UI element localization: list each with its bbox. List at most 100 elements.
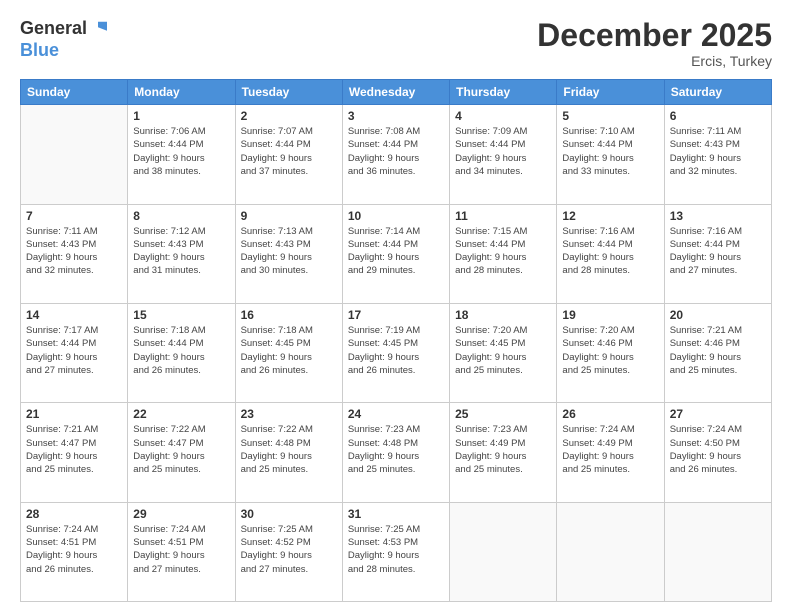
table-row xyxy=(450,502,557,601)
day-info: Sunrise: 7:11 AMSunset: 4:43 PMDaylight:… xyxy=(670,125,766,178)
table-row: 8 Sunrise: 7:12 AMSunset: 4:43 PMDaylight… xyxy=(128,204,235,303)
day-number: 30 xyxy=(241,507,337,521)
header-friday: Friday xyxy=(557,80,664,105)
day-info: Sunrise: 7:17 AMSunset: 4:44 PMDaylight:… xyxy=(26,324,122,377)
day-number: 26 xyxy=(562,407,658,421)
table-row: 16Sunrise: 7:18 AMSunset: 4:45 PMDayligh… xyxy=(235,303,342,402)
bird-icon xyxy=(89,20,107,38)
day-number: 21 xyxy=(26,407,122,421)
table-row: 18 Sunrise: 7:20 AMSunset: 4:45 PMDayligh… xyxy=(450,303,557,402)
day-info: Sunrise: 7:09 AMSunset: 4:44 PMDaylight:… xyxy=(455,125,551,178)
day-info: Sunrise: 7:20 AMSunset: 4:45 PMDaylight:… xyxy=(455,324,551,377)
day-info: Sunrise: 7:08 AMSunset: 4:44 PMDaylight:… xyxy=(348,125,444,178)
table-row: 6 Sunrise: 7:11 AMSunset: 4:43 PMDaylight… xyxy=(664,105,771,204)
day-info: Sunrise: 7:21 AMSunset: 4:47 PMDaylight:… xyxy=(26,423,122,476)
day-info: Sunrise: 7:14 AMSunset: 4:44 PMDaylight:… xyxy=(348,225,444,278)
header: General Blue December 2025 Ercis, Turkey xyxy=(20,18,772,69)
table-row: 28Sunrise: 7:24 AMSunset: 4:51 PMDayligh… xyxy=(21,502,128,601)
day-number: 15 xyxy=(133,308,229,322)
table-row: 4 Sunrise: 7:09 AMSunset: 4:44 PMDaylight… xyxy=(450,105,557,204)
day-number: 9 xyxy=(241,209,337,223)
table-row: 29 Sunrise: 7:24 AMSunset: 4:51 PMDayligh… xyxy=(128,502,235,601)
table-row: 13 Sunrise: 7:16 AMSunset: 4:44 PMDayligh… xyxy=(664,204,771,303)
day-number: 6 xyxy=(670,109,766,123)
day-number: 27 xyxy=(670,407,766,421)
day-number: 5 xyxy=(562,109,658,123)
day-info: Sunrise: 7:13 AMSunset: 4:43 PMDaylight:… xyxy=(241,225,337,278)
day-info: Sunrise: 7:18 AMSunset: 4:45 PMDaylight:… xyxy=(241,324,337,377)
day-info: Sunrise: 7:25 AMSunset: 4:53 PMDaylight:… xyxy=(348,523,444,576)
day-number: 24 xyxy=(348,407,444,421)
day-number: 11 xyxy=(455,209,551,223)
day-info: Sunrise: 7:07 AMSunset: 4:44 PMDaylight:… xyxy=(241,125,337,178)
day-info: Sunrise: 7:16 AMSunset: 4:44 PMDaylight:… xyxy=(562,225,658,278)
table-row xyxy=(664,502,771,601)
day-number: 29 xyxy=(133,507,229,521)
day-info: Sunrise: 7:10 AMSunset: 4:44 PMDaylight:… xyxy=(562,125,658,178)
day-number: 23 xyxy=(241,407,337,421)
day-number: 12 xyxy=(562,209,658,223)
day-number: 8 xyxy=(133,209,229,223)
day-info: Sunrise: 7:24 AMSunset: 4:49 PMDaylight:… xyxy=(562,423,658,476)
day-number: 28 xyxy=(26,507,122,521)
day-info: Sunrise: 7:12 AMSunset: 4:43 PMDaylight:… xyxy=(133,225,229,278)
table-row: 17 Sunrise: 7:19 AMSunset: 4:45 PMDayligh… xyxy=(342,303,449,402)
day-info: Sunrise: 7:16 AMSunset: 4:44 PMDaylight:… xyxy=(670,225,766,278)
day-number: 19 xyxy=(562,308,658,322)
header-tuesday: Tuesday xyxy=(235,80,342,105)
day-info: Sunrise: 7:11 AMSunset: 4:43 PMDaylight:… xyxy=(26,225,122,278)
day-number: 3 xyxy=(348,109,444,123)
day-info: Sunrise: 7:24 AMSunset: 4:51 PMDaylight:… xyxy=(133,523,229,576)
header-saturday: Saturday xyxy=(664,80,771,105)
day-number: 18 xyxy=(455,308,551,322)
table-row: 2 Sunrise: 7:07 AMSunset: 4:44 PMDaylight… xyxy=(235,105,342,204)
weekday-header-row: Sunday Monday Tuesday Wednesday Thursday… xyxy=(21,80,772,105)
day-info: Sunrise: 7:06 AMSunset: 4:44 PMDaylight:… xyxy=(133,125,229,178)
table-row: 11Sunrise: 7:15 AMSunset: 4:44 PMDayligh… xyxy=(450,204,557,303)
table-row: 23Sunrise: 7:22 AMSunset: 4:48 PMDayligh… xyxy=(235,403,342,502)
month-title: December 2025 xyxy=(537,18,772,53)
location: Ercis, Turkey xyxy=(537,53,772,69)
day-number: 22 xyxy=(133,407,229,421)
day-number: 14 xyxy=(26,308,122,322)
header-sunday: Sunday xyxy=(21,80,128,105)
table-row: 9 Sunrise: 7:13 AMSunset: 4:43 PMDaylight… xyxy=(235,204,342,303)
day-number: 31 xyxy=(348,507,444,521)
day-info: Sunrise: 7:18 AMSunset: 4:44 PMDaylight:… xyxy=(133,324,229,377)
table-row: 1 Sunrise: 7:06 AMSunset: 4:44 PMDaylight… xyxy=(128,105,235,204)
table-row xyxy=(21,105,128,204)
day-number: 17 xyxy=(348,308,444,322)
table-row: 31 Sunrise: 7:25 AMSunset: 4:53 PMDayligh… xyxy=(342,502,449,601)
page: General Blue December 2025 Ercis, Turkey… xyxy=(0,0,792,612)
day-number: 13 xyxy=(670,209,766,223)
header-wednesday: Wednesday xyxy=(342,80,449,105)
day-number: 20 xyxy=(670,308,766,322)
table-row xyxy=(557,502,664,601)
day-number: 1 xyxy=(133,109,229,123)
day-number: 2 xyxy=(241,109,337,123)
day-number: 4 xyxy=(455,109,551,123)
table-row: 25Sunrise: 7:23 AMSunset: 4:49 PMDayligh… xyxy=(450,403,557,502)
table-row: 27 Sunrise: 7:24 AMSunset: 4:50 PMDayligh… xyxy=(664,403,771,502)
table-row: 14 Sunrise: 7:17 AMSunset: 4:44 PMDayligh… xyxy=(21,303,128,402)
table-row: 5 Sunrise: 7:10 AMSunset: 4:44 PMDaylight… xyxy=(557,105,664,204)
table-row: 12 Sunrise: 7:16 AMSunset: 4:44 PMDayligh… xyxy=(557,204,664,303)
table-row: 19Sunrise: 7:20 AMSunset: 4:46 PMDayligh… xyxy=(557,303,664,402)
table-row: 22Sunrise: 7:22 AMSunset: 4:47 PMDayligh… xyxy=(128,403,235,502)
day-info: Sunrise: 7:23 AMSunset: 4:48 PMDaylight:… xyxy=(348,423,444,476)
header-monday: Monday xyxy=(128,80,235,105)
calendar: Sunday Monday Tuesday Wednesday Thursday… xyxy=(20,79,772,602)
table-row: 3 Sunrise: 7:08 AMSunset: 4:44 PMDaylight… xyxy=(342,105,449,204)
table-row: 26 Sunrise: 7:24 AMSunset: 4:49 PMDayligh… xyxy=(557,403,664,502)
day-number: 7 xyxy=(26,209,122,223)
logo-text: General Blue xyxy=(20,18,107,61)
day-info: Sunrise: 7:19 AMSunset: 4:45 PMDaylight:… xyxy=(348,324,444,377)
day-info: Sunrise: 7:21 AMSunset: 4:46 PMDaylight:… xyxy=(670,324,766,377)
table-row: 24 Sunrise: 7:23 AMSunset: 4:48 PMDayligh… xyxy=(342,403,449,502)
table-row: 7 Sunrise: 7:11 AMSunset: 4:43 PMDaylight… xyxy=(21,204,128,303)
table-row: 20 Sunrise: 7:21 AMSunset: 4:46 PMDayligh… xyxy=(664,303,771,402)
table-row: 30Sunrise: 7:25 AMSunset: 4:52 PMDayligh… xyxy=(235,502,342,601)
day-number: 10 xyxy=(348,209,444,223)
table-row: 15 Sunrise: 7:18 AMSunset: 4:44 PMDayligh… xyxy=(128,303,235,402)
day-info: Sunrise: 7:24 AMSunset: 4:50 PMDaylight:… xyxy=(670,423,766,476)
